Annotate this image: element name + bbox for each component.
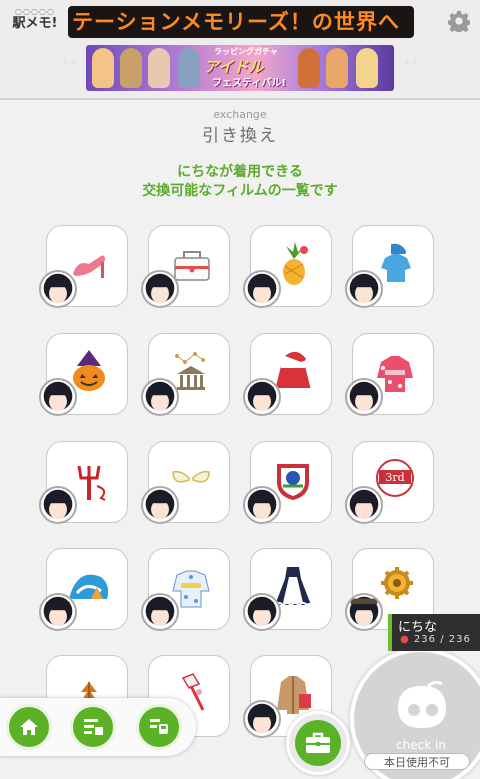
film-card[interactable] — [141, 548, 230, 631]
denco-silhouette-icon — [398, 680, 446, 728]
character-name: にちな — [398, 620, 438, 635]
idol-figure — [356, 48, 378, 88]
film-card[interactable] — [243, 441, 332, 524]
film-card[interactable] — [39, 548, 128, 631]
news-marquee[interactable]: テーションメモリーズ！の世界へ — [68, 6, 414, 38]
description-line: 交換可能なフィルムの一覧です — [142, 183, 338, 199]
character-avatar — [39, 378, 77, 416]
banner-line3: フェスティバル! — [212, 78, 286, 89]
logo-dots: ○○○○○ — [15, 7, 55, 16]
character-avatar — [39, 270, 77, 308]
settings-gear-icon[interactable] — [448, 10, 470, 32]
character-status-panel[interactable]: にちな ● 236 / 236 — [388, 614, 480, 651]
check-in-label: check in — [396, 738, 446, 752]
character-avatar — [243, 593, 281, 631]
item-box-button[interactable] — [286, 711, 350, 775]
hp-drop-icon: ● — [400, 634, 410, 645]
idol-figure — [326, 48, 348, 88]
logo-name: 駅メモ! — [12, 16, 58, 31]
briefcase-icon — [306, 732, 330, 753]
idol-figure — [178, 48, 200, 88]
character-avatar — [141, 593, 179, 631]
character-avatar — [141, 486, 179, 524]
page-title: 引き換え — [202, 126, 278, 146]
character-avatar — [243, 486, 281, 524]
character-avatar — [345, 486, 383, 524]
film-card[interactable] — [141, 333, 230, 416]
film-card[interactable] — [345, 333, 434, 416]
speaker-right-icon: ⁘⁘ — [404, 58, 420, 67]
idol-figure — [298, 48, 320, 88]
film-card[interactable] — [39, 225, 128, 308]
home-button[interactable] — [6, 704, 52, 750]
train-icon — [150, 719, 168, 734]
home-icon — [20, 719, 38, 735]
character-avatar — [39, 486, 77, 524]
badge-label: 3rd — [385, 471, 404, 484]
film-card[interactable] — [345, 225, 434, 308]
character-avatar — [39, 593, 77, 631]
speaker-left-icon: ⁘⁘ — [62, 58, 78, 67]
character-avatar — [243, 700, 281, 738]
film-card[interactable] — [243, 548, 332, 631]
hp-value: 236 / 236 — [413, 634, 471, 645]
marquee-text: テーションメモリーズ！の世界へ — [72, 10, 400, 34]
character-avatar — [345, 270, 383, 308]
check-in-status: 本日使用不可 — [364, 753, 470, 770]
film-card[interactable]: 3rd — [345, 441, 434, 524]
character-avatar — [345, 593, 383, 631]
idol-figure — [148, 48, 170, 88]
page-subtitle: exchange — [213, 108, 267, 121]
character-hp: ● 236 / 236 — [400, 634, 471, 645]
character-avatar — [141, 378, 179, 416]
app-logo[interactable]: ○○○○○ 駅メモ! — [8, 8, 62, 32]
character-avatar — [243, 270, 281, 308]
film-card[interactable] — [243, 225, 332, 308]
gacha-banner[interactable]: ラッピングガチャ アイドル フェスティバル! — [86, 45, 394, 91]
item-box-inner — [295, 720, 341, 766]
film-card[interactable] — [39, 441, 128, 524]
list-icon — [84, 719, 103, 735]
character-avatar — [243, 378, 281, 416]
character-avatar — [345, 378, 383, 416]
film-card[interactable] — [243, 333, 332, 416]
description-line: にちなが着用できる — [177, 164, 303, 180]
page-description: にちなが着用できる 交換可能なフィルムの一覧です — [0, 163, 480, 201]
film-card[interactable] — [141, 225, 230, 308]
app-header: ○○○○○ 駅メモ! テーションメモリーズ！の世界へ ⁘⁘ ⁘⁘ ラッピングガチ… — [0, 0, 480, 100]
film-card[interactable] — [141, 441, 230, 524]
bottom-nav — [0, 698, 196, 756]
idol-figure — [120, 48, 142, 88]
train-list-button[interactable] — [136, 704, 182, 750]
film-card[interactable] — [39, 333, 128, 416]
list-button[interactable] — [70, 704, 116, 750]
check-in-button[interactable]: check in 本日使用不可 — [350, 648, 480, 779]
character-avatar — [141, 270, 179, 308]
idol-figure — [92, 48, 114, 88]
